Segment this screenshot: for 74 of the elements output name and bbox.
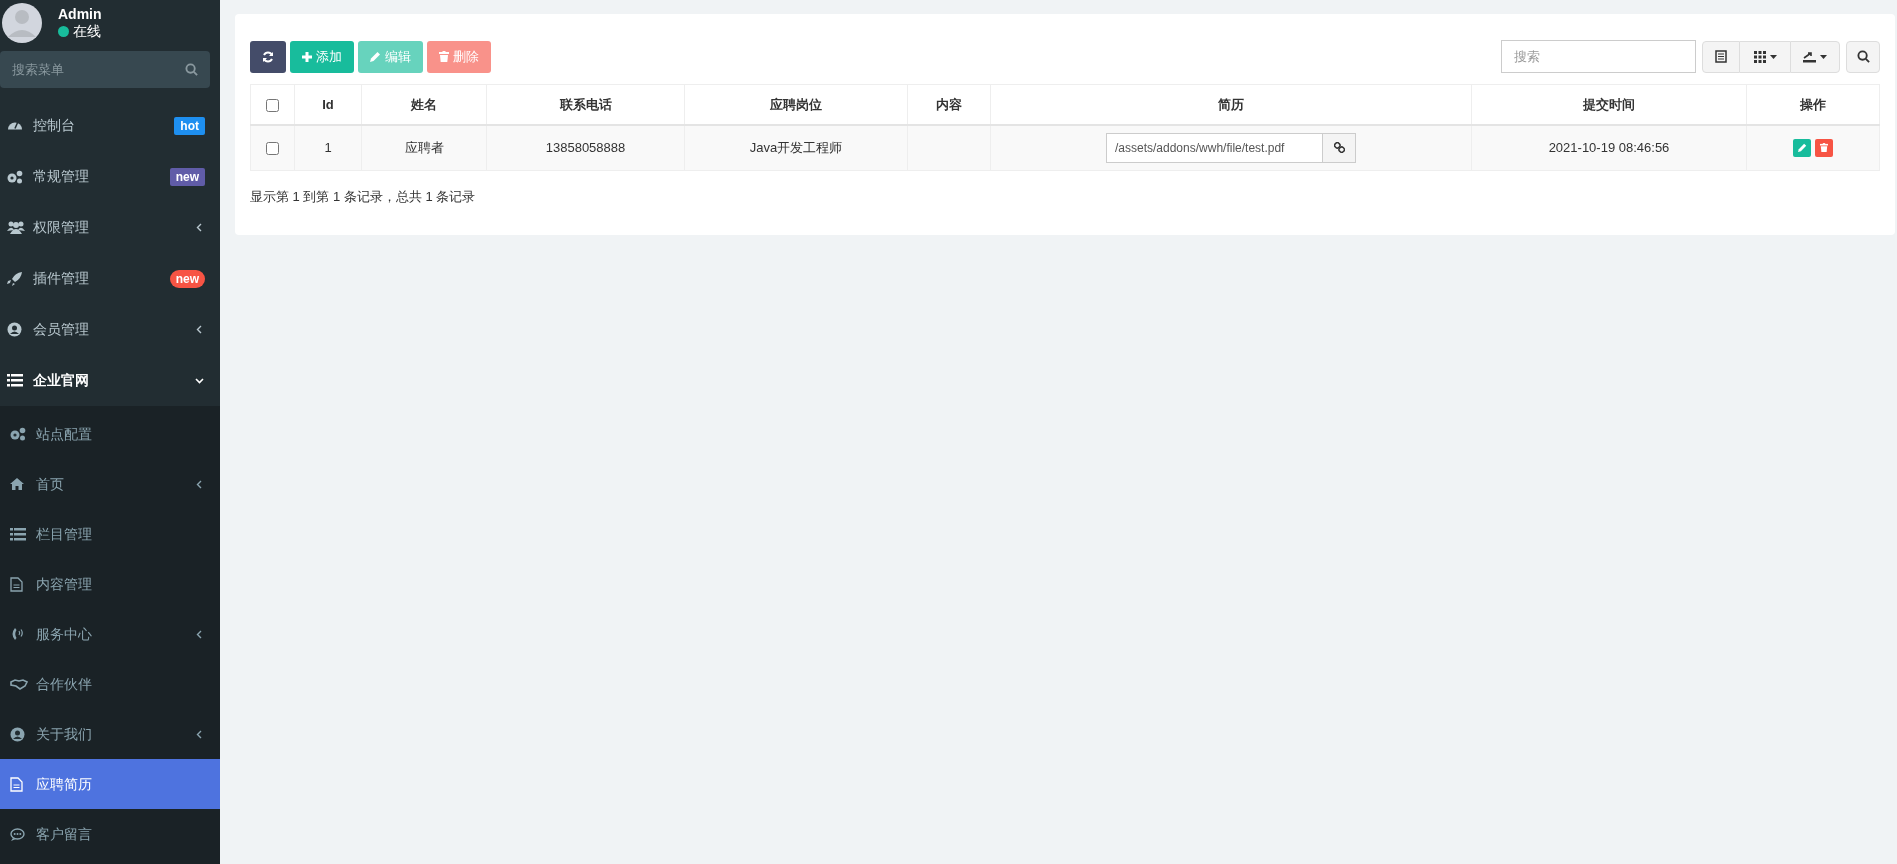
submenu-item[interactable]: 内容管理	[0, 559, 220, 609]
document-icon	[10, 576, 23, 592]
gears-icon	[10, 427, 26, 441]
menu-item[interactable]: 控制台 hot	[0, 100, 220, 151]
rocket-icon	[7, 271, 23, 286]
list-icon	[10, 527, 26, 541]
menu-item[interactable]: 常规管理 new	[0, 151, 220, 202]
column-header: 姓名	[411, 96, 437, 112]
home-icon	[10, 478, 24, 490]
refresh-icon	[262, 50, 274, 63]
caret-icon	[1769, 54, 1777, 59]
open-link-button[interactable]	[1323, 132, 1356, 163]
column-header: 提交时间	[1583, 96, 1635, 112]
pencil-icon	[1797, 143, 1807, 153]
search-icon	[1856, 50, 1870, 63]
submenu-item[interactable]: 关于我们	[0, 709, 220, 759]
users-icon	[7, 220, 25, 235]
pencil-icon	[370, 51, 381, 62]
column-header: 操作	[1800, 96, 1826, 112]
trash-icon	[1820, 143, 1828, 153]
submenu-item[interactable]: 服务中心	[0, 609, 220, 659]
submenu-item[interactable]: 客户留言	[0, 809, 220, 859]
menu-search-field[interactable]: 搜索菜单	[0, 51, 210, 88]
user-name: Admin	[58, 5, 102, 23]
table-cell: 13858058888	[545, 140, 626, 155]
submenu-item[interactable]: 合作伙伴	[0, 659, 220, 709]
column-header: 应聘岗位	[770, 96, 822, 112]
plus-icon	[302, 51, 312, 62]
grid-icon	[1753, 50, 1766, 63]
submenu-item[interactable]: 应聘简历	[0, 759, 220, 809]
resume-path-field[interactable]: /assets/addons/wwh/file/test.pdf	[1106, 132, 1323, 163]
column-header: 联系电话	[559, 96, 612, 112]
toggle-view-button[interactable]	[1702, 40, 1740, 73]
search-field[interactable]: 搜索	[1501, 40, 1696, 73]
table-cell: 应聘者	[404, 140, 444, 155]
menu-badge: new	[169, 167, 205, 186]
document-icon	[10, 776, 23, 792]
menu-item[interactable]: 插件管理 new	[0, 253, 220, 304]
menu-item[interactable]: 权限管理	[0, 202, 220, 253]
menu-item[interactable]: 会员管理	[0, 304, 220, 355]
search-button[interactable]	[1846, 40, 1880, 73]
column-header: Id	[322, 96, 334, 112]
link-icon	[1333, 142, 1345, 154]
dashboard-icon	[7, 121, 23, 130]
user-circle-icon	[10, 726, 25, 742]
menu-item[interactable]: 企业官网	[0, 355, 220, 406]
user-circle-icon	[7, 322, 22, 337]
pagination-info: 显示第 1 到第 1 条记录，总共 1 条记录	[250, 188, 477, 206]
refresh-button[interactable]	[250, 40, 286, 73]
gears-icon	[7, 169, 23, 184]
table-cell: Java开发工程师	[749, 140, 843, 155]
select-all-checkbox[interactable]	[266, 98, 279, 112]
phone-icon	[10, 627, 25, 641]
menu-badge: new	[169, 269, 205, 288]
search-icon	[185, 63, 198, 76]
submenu-item[interactable]: 站点配置	[0, 409, 220, 459]
trash-icon	[439, 51, 449, 62]
online-status: 在线	[73, 23, 101, 41]
list-icon	[1715, 50, 1727, 63]
column-header: 简历	[1218, 96, 1244, 112]
caret-icon	[1820, 54, 1827, 59]
submenu-item[interactable]: 首页	[0, 459, 220, 509]
submenu-item[interactable]: 栏目管理	[0, 509, 220, 559]
export-button[interactable]	[1790, 40, 1840, 73]
menu-badge: hot	[174, 116, 205, 135]
delete-row-button[interactable]	[1815, 138, 1833, 157]
table-cell: 2021-10-19 08:46:56	[1548, 140, 1670, 155]
column-header: 内容	[936, 96, 962, 112]
export-icon	[1803, 50, 1816, 63]
chat-icon	[10, 827, 25, 841]
list-icon	[7, 374, 23, 387]
table-cell: 1	[324, 140, 332, 155]
columns-button[interactable]	[1740, 40, 1790, 73]
row-checkbox[interactable]	[266, 142, 279, 156]
